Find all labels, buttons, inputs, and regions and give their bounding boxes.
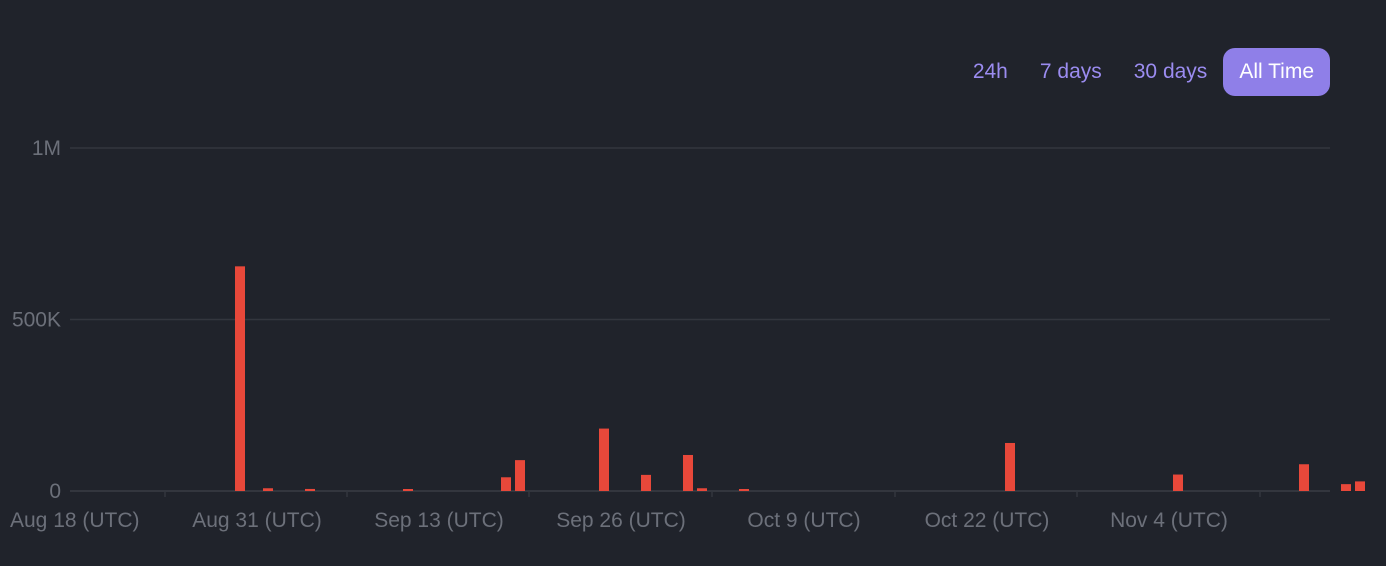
x-axis-ticks: Aug 18 (UTC) Aug 31 (UTC) Sep 13 (UTC) Sep …: [10, 491, 1261, 532]
x-tick-label: Aug 31 (UTC): [192, 509, 322, 532]
y-axis-ticks: 0 500K 1M: [12, 137, 61, 503]
bars: [235, 266, 1365, 491]
bar[interactable]: [739, 489, 749, 491]
bar[interactable]: [641, 474, 651, 491]
bar[interactable]: [683, 454, 693, 491]
bar[interactable]: [515, 460, 525, 491]
bar[interactable]: [1341, 484, 1351, 491]
x-tick-label: Oct 22 (UTC): [925, 509, 1050, 532]
bar[interactable]: [403, 489, 413, 491]
y-tick-label: 1M: [32, 137, 61, 160]
bar[interactable]: [263, 488, 273, 491]
bar[interactable]: [501, 477, 511, 491]
x-tick-label: Sep 13 (UTC): [374, 509, 504, 532]
grid-lines: [70, 147, 1330, 492]
bar[interactable]: [1005, 442, 1015, 491]
bar[interactable]: [1173, 474, 1183, 491]
bar[interactable]: [697, 488, 707, 491]
x-tick-label: Aug 18 (UTC): [10, 509, 140, 532]
bar[interactable]: [599, 428, 609, 491]
x-tick-label: Sep 26 (UTC): [556, 509, 686, 532]
bar[interactable]: [1355, 481, 1365, 491]
bar[interactable]: [235, 266, 245, 491]
y-tick-label: 0: [49, 480, 61, 503]
bar[interactable]: [305, 488, 315, 491]
y-tick-label: 500K: [12, 309, 61, 332]
x-tick-label: Oct 9 (UTC): [747, 509, 860, 532]
x-tick-label: Nov 4 (UTC): [1110, 509, 1228, 532]
bar[interactable]: [1299, 464, 1309, 491]
bar-chart: 0 500K 1M Aug 18 (UTC) Aug 31 (UTC) Sep 13 (…: [10, 137, 1365, 532]
